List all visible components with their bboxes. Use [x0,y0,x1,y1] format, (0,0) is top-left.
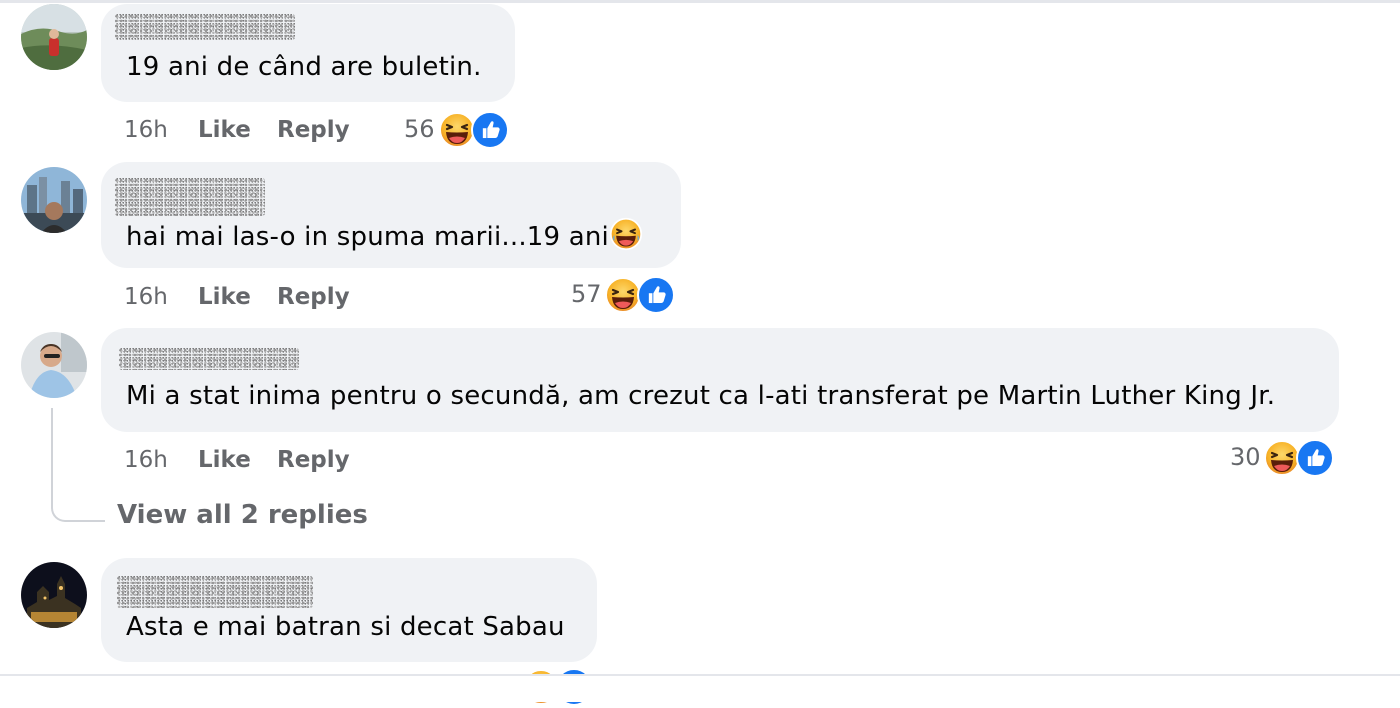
redacted-author-name[interactable] [115,178,265,216]
reply-button[interactable]: Reply [277,447,350,473]
comment-text-row: hai mai las-o in spuma marii...19 ani [126,217,643,252]
laughing-tears-emoji-icon [609,217,643,251]
reply-button[interactable]: Reply [277,117,350,143]
top-divider [0,0,1400,3]
comment-text: Mi a stat inima pentru o secundă, am cre… [126,381,1276,411]
avatar-photo-icon [21,562,87,628]
comment-bubble: Mi a stat inima pentru o secundă, am cre… [101,328,1339,432]
commenter-avatar[interactable] [21,167,87,233]
reaction-summary[interactable]: 56 [404,111,510,149]
reaction-count: 56 [404,115,435,143]
avatar-photo-icon [21,167,87,233]
redacted-author-name[interactable] [119,348,299,370]
redacted-author-name[interactable] [115,14,295,40]
avatar-photo-icon [21,4,87,70]
reply-thread-connector [51,408,105,522]
comment-text: 19 ani de când are buletin. [126,52,482,82]
reaction-count: 30 [1230,443,1261,471]
comment-text: hai mai las-o in spuma marii...19 ani [126,222,609,252]
reaction-count: 57 [571,280,602,308]
avatar-photo-icon [21,332,87,398]
like-button[interactable]: Like [198,117,251,143]
like-icon [1296,439,1334,477]
comment-timestamp[interactable]: 16h [124,447,168,473]
like-button[interactable]: Like [198,447,251,473]
commenter-avatar[interactable] [21,332,87,398]
commenter-avatar[interactable] [21,4,87,70]
comment-timestamp[interactable]: 16h [124,117,168,143]
reply-button[interactable]: Reply [277,284,350,310]
commenter-avatar[interactable] [21,562,87,628]
view-replies-link[interactable]: View all 2 replies [117,500,368,530]
comment-text: Asta e mai batran si decat Sabau [126,612,565,642]
like-icon [637,276,675,314]
redacted-author-name[interactable] [117,576,313,608]
reaction-summary[interactable]: 57 [571,276,677,314]
like-icon [471,111,509,149]
comment-bubble: 19 ani de când are buletin. [101,4,515,102]
comment-bubble: Asta e mai batran si decat Sabau [101,558,597,662]
reaction-summary[interactable]: 30 [1230,439,1336,477]
comment-bubble: hai mai las-o in spuma marii...19 ani [101,162,681,268]
like-button[interactable]: Like [198,284,251,310]
comment-timestamp[interactable]: 16h [124,284,168,310]
scroll-clip-area [0,676,1400,702]
